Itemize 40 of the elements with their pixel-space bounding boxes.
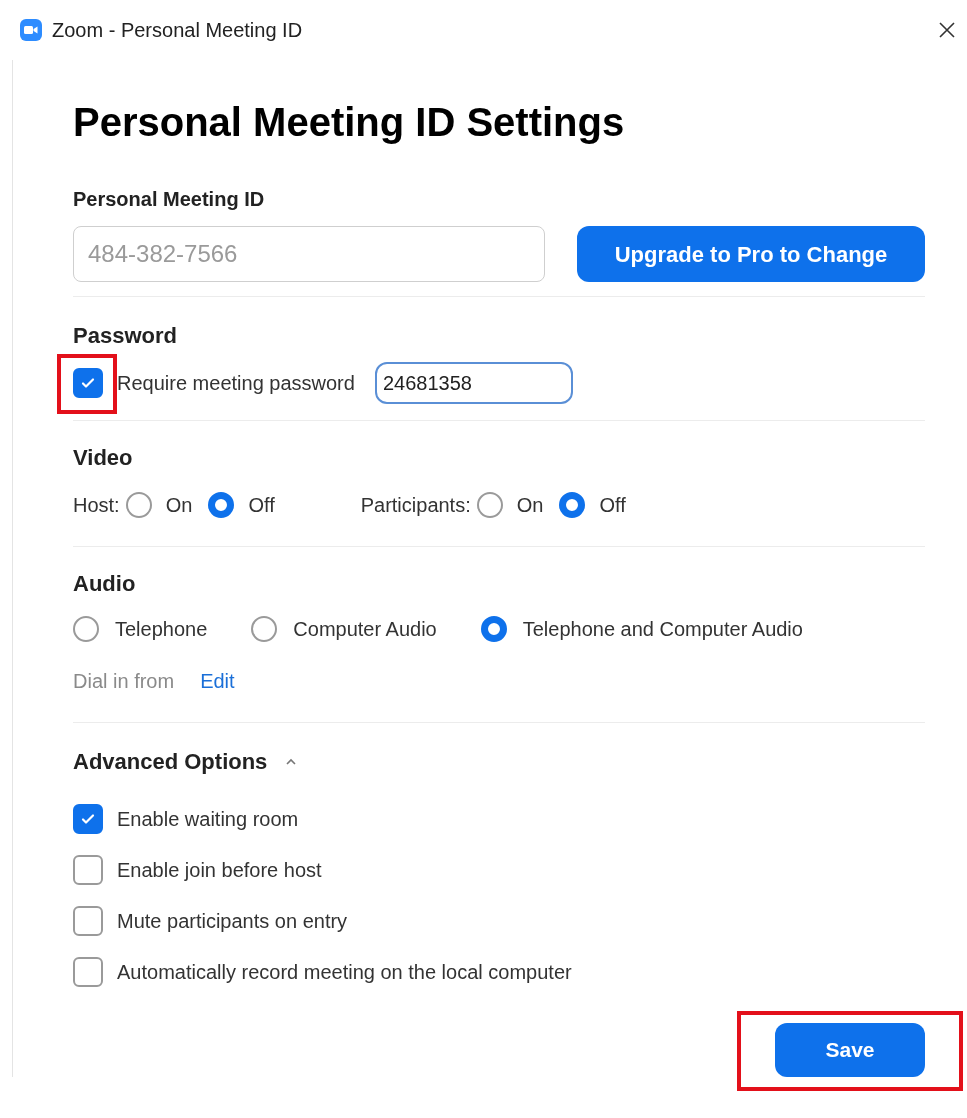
save-button[interactable]: Save	[775, 1023, 925, 1077]
radio-label: Computer Audio	[293, 617, 437, 642]
close-icon[interactable]	[937, 20, 957, 40]
radio-label: On	[165, 493, 193, 518]
radio-label: Off	[248, 493, 275, 518]
window-title: Zoom - Personal Meeting ID	[52, 18, 303, 43]
checkbox[interactable]	[73, 957, 103, 987]
section-label: Advanced Options	[73, 748, 268, 776]
checkbox[interactable]	[73, 855, 103, 885]
page-heading: Personal Meeting ID Settings	[73, 99, 626, 146]
checkbox-label: Enable join before host	[117, 858, 322, 883]
radio-button[interactable]	[476, 492, 503, 518]
radio-label: Telephone and Computer Audio	[522, 617, 803, 642]
radio-label: Telephone	[115, 617, 208, 642]
radio-button[interactable]	[73, 616, 99, 642]
section-label: Audio	[73, 570, 137, 598]
password-field[interactable]: 24681358	[374, 362, 573, 404]
radio-button[interactable]	[559, 492, 586, 518]
radio-button[interactable]	[251, 616, 278, 642]
checkbox-label: Enable waiting room	[117, 807, 299, 832]
dial-in-label: Dial in from	[73, 669, 175, 694]
field-label: Personal Meeting ID	[73, 187, 266, 212]
radio-label: On	[516, 493, 544, 518]
radio-group-label: Participants:	[360, 493, 471, 518]
radio-label: Off	[599, 493, 626, 518]
edit-link[interactable]: Edit	[200, 666, 235, 696]
radio-button[interactable]	[480, 616, 507, 642]
checkbox-label: Require meeting password	[117, 371, 355, 396]
radio-button[interactable]	[208, 492, 235, 518]
section-label: Password	[73, 322, 178, 350]
checkbox-label: Automatically record meeting on the local computer	[117, 960, 572, 985]
checkbox[interactable]	[73, 804, 103, 834]
radio-group-label: Host:	[73, 493, 120, 518]
camera-icon	[20, 19, 42, 41]
checkbox[interactable]	[73, 368, 103, 398]
section-label: Video	[73, 444, 134, 472]
radio-button[interactable]	[125, 492, 152, 518]
checkbox[interactable]	[73, 906, 103, 936]
chevron-icon[interactable]	[285, 757, 298, 766]
checkbox-label: Mute participants on entry	[117, 909, 348, 934]
